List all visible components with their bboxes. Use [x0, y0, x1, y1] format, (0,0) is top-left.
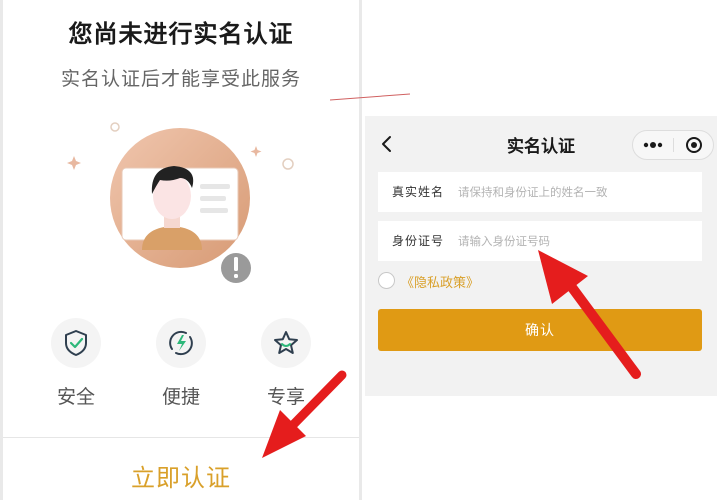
star-icon	[261, 318, 311, 368]
nav-bar: 实名认证	[365, 116, 717, 170]
id-label: 身份证号	[392, 234, 445, 248]
lightning-icon	[156, 318, 206, 368]
capsule-menu	[632, 130, 714, 160]
privacy-agree-radio[interactable]	[378, 272, 395, 289]
name-input[interactable]	[458, 178, 694, 206]
verify-now-button[interactable]: 立即认证	[0, 458, 362, 493]
page-subtitle: 实名认证后才能享受此服务	[60, 68, 301, 90]
name-label: 真实姓名	[392, 185, 445, 199]
feature-label: 便捷	[161, 386, 200, 408]
confirm-button[interactable]: 确认	[378, 309, 702, 351]
name-row: 真实姓名	[378, 172, 702, 212]
shield-check-icon	[51, 318, 101, 368]
page-title: 您尚未进行实名认证	[68, 20, 294, 48]
close-icon[interactable]	[674, 131, 714, 159]
feature-label: 专享	[266, 386, 305, 408]
divider	[330, 93, 410, 101]
id-number-input[interactable]	[458, 227, 694, 255]
feature-safe: 安全	[36, 318, 116, 409]
feature-exclusive: 专享	[246, 318, 326, 409]
feature-list: 安全 便捷 专享	[0, 318, 362, 418]
more-icon[interactable]	[633, 131, 673, 159]
id-card-illustration	[67, 122, 294, 286]
feature-convenient: 便捷	[141, 318, 221, 409]
divider	[3, 437, 359, 438]
feature-label: 安全	[56, 386, 95, 408]
left-screen: 您尚未进行实名认证 实名认证后才能享受此服务 安全 便捷 专享 立即认证	[0, 0, 362, 500]
right-screen: 实名认证 真实姓名 身份证号 《隐私政策》	[365, 116, 717, 396]
privacy-policy-link[interactable]: 《隐私政策》	[401, 272, 479, 291]
id-row: 身份证号	[378, 221, 702, 261]
